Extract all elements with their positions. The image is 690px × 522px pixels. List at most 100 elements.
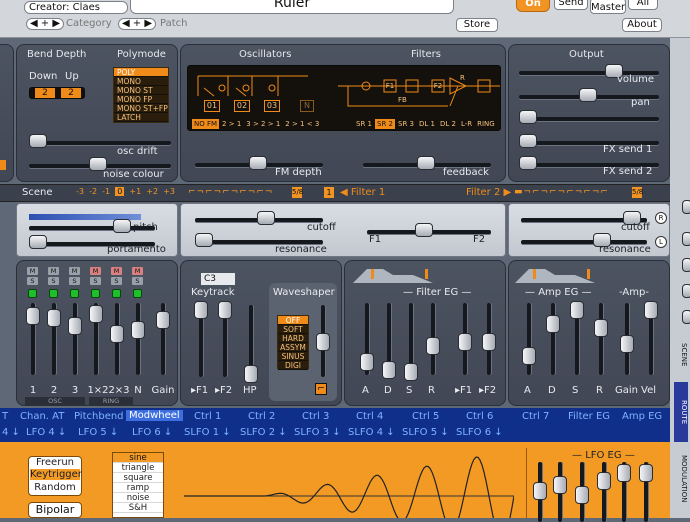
filter1-number-badge[interactable]: 1: [324, 187, 334, 198]
waveshaper-drive-slider[interactable]: [316, 333, 330, 351]
lfo-source[interactable]: SLFO 5 ↓: [402, 427, 449, 438]
lfo-eg-release-slider[interactable]: [639, 464, 653, 482]
fm-route-option[interactable]: 2 > 1 < 3: [283, 119, 321, 129]
solo-button[interactable]: S: [90, 277, 101, 285]
scene-offset[interactable]: -1: [102, 187, 110, 196]
filter2-type-icons[interactable]: ▬¬⌐¬⌐¬⌐¬⌐¬⌐: [514, 187, 609, 197]
lfo-source[interactable]: LFO 5 ↓: [78, 427, 118, 438]
lfo-source[interactable]: SLFO 1 ↓: [184, 427, 231, 438]
mod-source[interactable]: Ctrl 4: [356, 411, 383, 422]
side-knob-5[interactable]: [682, 310, 690, 324]
feg-decay-slider[interactable]: [382, 361, 396, 379]
mixer-fader-osc1[interactable]: [26, 307, 40, 325]
mod-source[interactable]: Ctrl 2: [248, 411, 275, 422]
scene-tab[interactable]: SCENE: [674, 330, 688, 380]
osc-drift-slider[interactable]: [29, 134, 47, 148]
polymode-option[interactable]: LATCH: [114, 113, 168, 122]
filter-route-option[interactable]: RING: [475, 119, 497, 129]
lfo-source[interactable]: SLFO 2 ↓: [240, 427, 287, 438]
mod-source-partial[interactable]: 4 ↓: [2, 427, 20, 438]
mixer-led[interactable]: [112, 289, 121, 298]
scene-offset[interactable]: +3: [163, 187, 175, 196]
lfo-eg-attack-slider[interactable]: [553, 476, 567, 494]
scene-offsets[interactable]: -3 -2 -1 0 +1 +2 +3: [76, 187, 175, 196]
fm-route-option[interactable]: 2 > 1: [220, 119, 243, 129]
lfo-shape-option[interactable]: triangle: [113, 463, 163, 473]
aeg-sustain-slider[interactable]: [570, 301, 584, 319]
side-knob-3[interactable]: [682, 258, 690, 272]
filter2-l-button[interactable]: L: [655, 236, 667, 248]
master-button[interactable]: Master: [590, 0, 626, 14]
modulation-tab[interactable]: MODULATION: [674, 444, 688, 514]
route-tab[interactable]: ROUTE: [674, 382, 688, 442]
fm-route-option[interactable]: NO FM: [192, 119, 220, 129]
output-third-slider[interactable]: [519, 110, 537, 124]
fx-send-2-slider[interactable]: [519, 156, 537, 170]
polymode-menu[interactable]: POLY MONO MONO ST MONO FP MONO ST+FP LAT…: [113, 67, 169, 123]
feg-release-slider[interactable]: [426, 337, 440, 355]
waveshaper-option[interactable]: SINUS: [278, 352, 308, 361]
mixer-fader-gain[interactable]: [156, 311, 170, 329]
mod-source[interactable]: Pitchbend: [74, 411, 124, 422]
lfo-trigger-option-selected[interactable]: Keytrigger: [30, 469, 82, 480]
bend-up-value[interactable]: 2: [61, 88, 81, 98]
category-stepper[interactable]: ◀ + ▶: [26, 18, 64, 30]
lfo-shape-option[interactable]: noise: [113, 493, 163, 503]
lfo-eg-delay-slider[interactable]: [533, 482, 547, 500]
send-button[interactable]: Send: [554, 0, 588, 10]
lfo-shape-option[interactable]: square: [113, 473, 163, 483]
lfo-source[interactable]: LFO 4 ↓: [26, 427, 66, 438]
filter1-type-icons[interactable]: ⌐¬⌐¬⌐¬⌐¬⌐¬: [188, 187, 273, 197]
patch-stepper[interactable]: ◀ + ▶: [118, 18, 156, 30]
creator-field[interactable]: Creator: Claes: [24, 1, 128, 14]
mute-button[interactable]: M: [48, 267, 59, 275]
lfo-shape-option[interactable]: ramp: [113, 483, 163, 493]
patch-name-field[interactable]: Ruler: [130, 0, 454, 14]
lfo-source[interactable]: SLFO 4 ↓: [348, 427, 395, 438]
side-knob-2[interactable]: [682, 232, 690, 246]
feg-f2-slider[interactable]: [482, 333, 496, 351]
feg-f1-slider[interactable]: [458, 333, 472, 351]
fm-route-option[interactable]: 3 > 2 > 1: [244, 119, 282, 129]
filter-route-option[interactable]: SR 3: [396, 119, 416, 129]
aeg-attack-slider[interactable]: [522, 347, 536, 365]
lfo-trigger-option[interactable]: Random: [28, 482, 82, 493]
fm-depth-slider[interactable]: [249, 156, 267, 170]
side-knob-1[interactable]: [682, 200, 690, 214]
mod-source[interactable]: Filter EG: [568, 411, 610, 422]
lfo-eg-hold-slider[interactable]: [575, 486, 589, 504]
keytrack-hp-slider[interactable]: [244, 365, 258, 383]
waveshaper-curve-icon[interactable]: ⌐: [315, 383, 327, 395]
filter2-mode-badge[interactable]: 5/8: [632, 187, 643, 198]
solo-button[interactable]: S: [69, 277, 80, 285]
amp-vel-slider[interactable]: [644, 301, 658, 319]
keytrack-f2-slider[interactable]: [218, 301, 232, 319]
waveshaper-option[interactable]: SOFT: [278, 325, 308, 334]
mute-button[interactable]: M: [111, 267, 122, 275]
keytrack-note-display[interactable]: C3: [201, 273, 235, 285]
amp-gain-slider[interactable]: [620, 335, 634, 353]
scene-offset[interactable]: +1: [129, 187, 141, 196]
mod-source[interactable]: T: [2, 411, 8, 422]
mixer-led[interactable]: [91, 289, 100, 298]
pitch-slider[interactable]: [113, 219, 131, 233]
mod-source[interactable]: Ctrl 3: [302, 411, 329, 422]
polymode-option[interactable]: MONO FP: [114, 95, 168, 104]
feg-attack-slider[interactable]: [360, 353, 374, 371]
filter-route-option[interactable]: DL 1: [417, 119, 437, 129]
filter-routing-select[interactable]: SR 1 SR 2 SR 3 DL 1 DL 2 L-R RING: [354, 118, 498, 129]
lfo-bipolar-button[interactable]: Bipolar: [28, 502, 82, 518]
scene-offset[interactable]: +2: [146, 187, 158, 196]
waveshaper-option[interactable]: ASSYM: [278, 343, 308, 352]
lfo-shape-option[interactable]: sine: [113, 453, 163, 463]
solo-button[interactable]: S: [132, 277, 143, 285]
lfo-trigger-option[interactable]: Freerun: [28, 457, 82, 468]
feedback-slider[interactable]: [417, 156, 435, 170]
store-button[interactable]: Store: [456, 18, 498, 32]
bend-down-value[interactable]: 2: [35, 88, 55, 98]
mixer-fader-osc2[interactable]: [47, 309, 61, 327]
mixer-fader-osc3[interactable]: [68, 317, 82, 335]
lfo-shape-option[interactable]: S&H: [113, 503, 163, 513]
filter-route-option[interactable]: DL 2: [438, 119, 458, 129]
waveshaper-option[interactable]: DIGI: [278, 361, 308, 370]
